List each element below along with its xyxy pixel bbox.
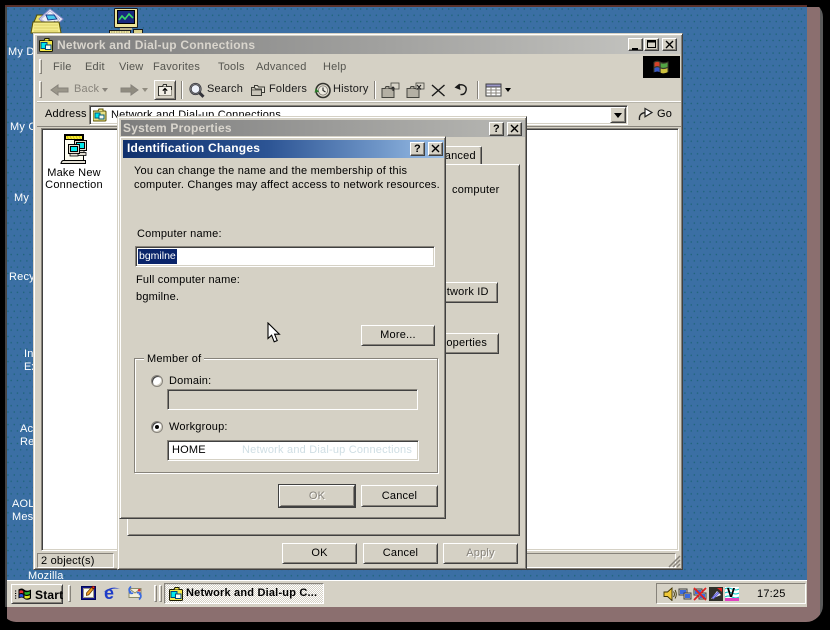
svg-text:e: e	[104, 584, 114, 602]
